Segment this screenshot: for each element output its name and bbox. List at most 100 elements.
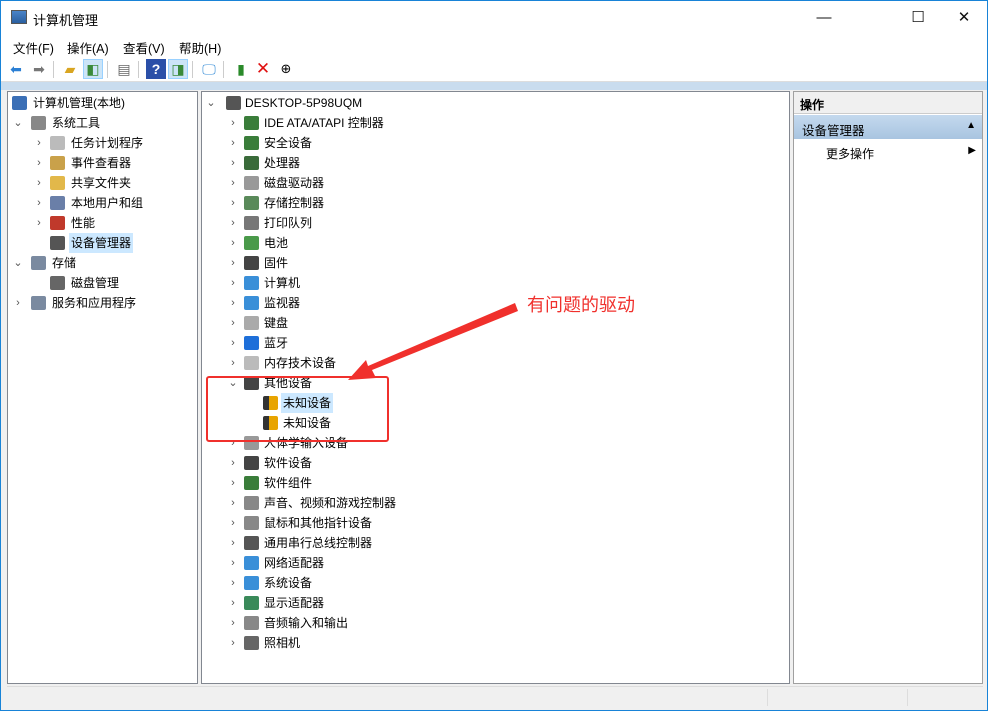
forward-icon[interactable]: ➡	[29, 59, 49, 79]
bluetooth-icon	[244, 336, 259, 350]
expand-chevron-icon[interactable]: ›	[228, 513, 238, 533]
expand-chevron-icon[interactable]: ›	[228, 253, 238, 273]
expand-chevron-icon[interactable]: ›	[34, 193, 44, 213]
collapse-chevron-icon[interactable]: ⌄	[206, 93, 216, 113]
tree-item[interactable]: › 键盘	[202, 313, 789, 333]
menu-action[interactable]: 操作(A)	[67, 38, 109, 57]
tree-item[interactable]: › 存储控制器	[202, 193, 789, 213]
expand-chevron-icon[interactable]: ›	[228, 573, 238, 593]
tree-item[interactable]: › 安全设备	[202, 133, 789, 153]
expand-chevron-icon[interactable]: ›	[228, 233, 238, 253]
memory-device-icon	[244, 356, 259, 370]
expand-chevron-icon[interactable]: ›	[228, 453, 238, 473]
expand-chevron-icon[interactable]: ›	[228, 333, 238, 353]
expand-chevron-icon[interactable]: ›	[228, 213, 238, 233]
computer-management-icon	[11, 10, 27, 24]
menu-help[interactable]: 帮助(H)	[179, 38, 221, 57]
tree-item[interactable]: › 内存技术设备	[202, 353, 789, 373]
expand-chevron-icon[interactable]: ›	[34, 173, 44, 193]
tree-item[interactable]: › 任务计划程序	[8, 133, 197, 153]
expand-chevron-icon[interactable]: ›	[228, 153, 238, 173]
expand-chevron-icon[interactable]: ›	[228, 353, 238, 373]
tree-item[interactable]: 计算机管理(本地)	[8, 93, 197, 113]
expand-chevron-icon[interactable]: ›	[228, 273, 238, 293]
expand-chevron-icon[interactable]: ›	[228, 533, 238, 553]
show-hide-console-tree-icon[interactable]: ◧	[83, 59, 103, 79]
disable-device-icon[interactable]: ⊕	[276, 59, 296, 79]
collapse-arrow-icon[interactable]: ▲	[966, 120, 976, 131]
close-button[interactable]: ✕	[941, 1, 987, 34]
tree-item[interactable]: › 监视器	[202, 293, 789, 313]
tree-item[interactable]: › 磁盘驱动器	[202, 173, 789, 193]
tree-item[interactable]: › 本地用户和组	[8, 193, 197, 213]
expand-chevron-icon[interactable]: ›	[228, 133, 238, 153]
expand-chevron-icon[interactable]: ›	[228, 633, 238, 653]
tree-item[interactable]: › 系统设备	[202, 573, 789, 593]
tree-item[interactable]: › 服务和应用程序	[8, 293, 197, 313]
tree-item[interactable]: › IDE ATA/ATAPI 控制器	[202, 113, 789, 133]
expand-chevron-icon[interactable]: ›	[228, 613, 238, 633]
back-icon[interactable]: ⬅	[6, 59, 26, 79]
expand-chevron-icon[interactable]: ›	[34, 153, 44, 173]
tree-item[interactable]: › 计算机	[202, 273, 789, 293]
scan-hardware-icon[interactable]: 🖵	[199, 59, 219, 79]
expand-chevron-icon[interactable]: ›	[228, 493, 238, 513]
tree-item[interactable]: › 网络适配器	[202, 553, 789, 573]
menu-view[interactable]: 查看(V)	[123, 38, 165, 57]
tree-item[interactable]: › 声音、视频和游戏控制器	[202, 493, 789, 513]
actions-section-device-manager[interactable]: 设备管理器 ▲	[794, 115, 982, 139]
tree-item[interactable]: › 固件	[202, 253, 789, 273]
tree-item[interactable]: › 显示适配器	[202, 593, 789, 613]
update-driver-icon[interactable]: ▮	[231, 59, 251, 79]
tree-item[interactable]: ⌄ DESKTOP-5P98UQM	[202, 93, 789, 113]
collapse-chevron-icon[interactable]: ⌄	[13, 253, 23, 273]
tree-item[interactable]: › 电池	[202, 233, 789, 253]
tree-item-label: 固件	[264, 256, 289, 270]
tree-item[interactable]: › 打印队列	[202, 213, 789, 233]
expand-chevron-icon[interactable]: ›	[228, 593, 238, 613]
up-folder-icon[interactable]: ▰	[60, 59, 80, 79]
console-tree: 计算机管理(本地) ⌄ 系统工具 › 任务计划程序 › 事件查看器 › 共享文件夹 › 本地用户和组…	[7, 91, 198, 684]
tree-item[interactable]: › 音频输入和输出	[202, 613, 789, 633]
tree-item-label: 通用串行总线控制器	[264, 536, 373, 550]
properties-icon[interactable]: ▤	[114, 59, 134, 79]
maximize-button[interactable]: ☐	[895, 1, 941, 34]
tree-item[interactable]: › 软件组件	[202, 473, 789, 493]
tree-item-label: 事件查看器	[71, 156, 132, 170]
more-actions-label: 更多操作	[826, 147, 875, 161]
expand-chevron-icon[interactable]: ›	[34, 133, 44, 153]
uninstall-device-icon[interactable]: ✕	[253, 59, 273, 79]
tree-item[interactable]: › 照相机	[202, 633, 789, 653]
tree-item[interactable]: ⌄ 系统工具	[8, 113, 197, 133]
tree-item[interactable]: › 共享文件夹	[8, 173, 197, 193]
window-title: 计算机管理	[33, 13, 99, 28]
help-icon[interactable]: ?	[146, 59, 166, 79]
users-icon	[50, 196, 65, 210]
tree-item[interactable]: › 事件查看器	[8, 153, 197, 173]
tree-item[interactable]: › 处理器	[202, 153, 789, 173]
minimize-button[interactable]: —	[801, 1, 847, 34]
more-actions-item[interactable]: 更多操作 ▶	[794, 142, 982, 162]
expand-chevron-icon[interactable]: ›	[228, 553, 238, 573]
menu-file[interactable]: 文件(F)	[13, 38, 54, 57]
expand-chevron-icon[interactable]: ›	[13, 293, 23, 313]
tree-item[interactable]: 磁盘管理	[8, 273, 197, 293]
tree-item[interactable]: ⌄ 存储	[8, 253, 197, 273]
tree-item[interactable]: › 性能	[8, 213, 197, 233]
collapse-chevron-icon[interactable]: ⌄	[13, 113, 23, 133]
expand-chevron-icon[interactable]: ›	[228, 293, 238, 313]
tree-item[interactable]: 设备管理器	[8, 233, 197, 253]
expand-chevron-icon[interactable]: ›	[228, 193, 238, 213]
expand-chevron-icon[interactable]: ›	[228, 113, 238, 133]
expand-chevron-icon[interactable]: ›	[228, 473, 238, 493]
expand-chevron-icon[interactable]: ›	[228, 173, 238, 193]
tree-item[interactable]: › 鼠标和其他指针设备	[202, 513, 789, 533]
tree-item-label: 计算机	[264, 276, 301, 290]
tree-item[interactable]: › 蓝牙	[202, 333, 789, 353]
expand-chevron-icon[interactable]: ›	[34, 213, 44, 233]
expand-chevron-icon[interactable]: ›	[228, 313, 238, 333]
tree-item[interactable]: › 软件设备	[202, 453, 789, 473]
show-hide-action-pane-icon[interactable]: ◨	[168, 59, 188, 79]
event-viewer-icon	[50, 156, 65, 170]
tree-item[interactable]: › 通用串行总线控制器	[202, 533, 789, 553]
